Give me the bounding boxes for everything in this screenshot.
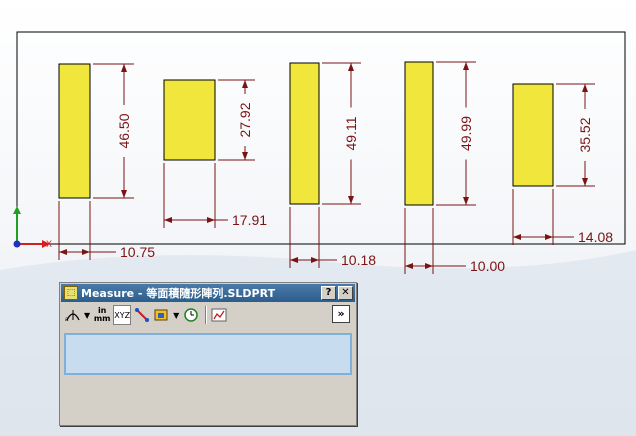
arc-dropdown-chevron-icon[interactable]: ▼ bbox=[84, 311, 90, 320]
measure-results-box[interactable] bbox=[64, 333, 352, 375]
rect-3-height-dimension[interactable]: 49.11 bbox=[322, 62, 361, 205]
rect-4-height-label: 49.99 bbox=[458, 116, 474, 151]
measure-titlebar[interactable]: ⬚ Measure - 等面積隨形陣列.SLDPRT ? ✕ bbox=[61, 284, 355, 302]
rect-3-width-dimension[interactable]: 10.18 bbox=[289, 207, 376, 268]
xyz-button[interactable]: XYZ bbox=[113, 305, 132, 325]
rect-5-width-dimension[interactable]: 14.08 bbox=[512, 189, 613, 245]
rect-2-height-dimension[interactable]: 27.92 bbox=[218, 79, 255, 161]
units-button[interactable]: in mm bbox=[93, 305, 111, 325]
rect-3-height-label: 49.11 bbox=[343, 116, 359, 150]
rect-2-shape[interactable] bbox=[163, 79, 216, 161]
rect-4-width-dimension[interactable]: 10.00 bbox=[404, 208, 505, 274]
rect-1-height-dimension[interactable]: 46.50 bbox=[93, 63, 134, 199]
coordinate-triad: X bbox=[13, 206, 52, 249]
rect-2-height-label: 27.92 bbox=[237, 102, 253, 137]
history-icon[interactable] bbox=[182, 305, 200, 325]
rect-2-width-label: 17.91 bbox=[232, 212, 267, 228]
rect-4-height-dimension[interactable]: 49.99 bbox=[436, 61, 476, 206]
rect-3-shape[interactable] bbox=[289, 62, 320, 205]
collapse-button[interactable]: » bbox=[332, 305, 350, 323]
rect-4[interactable]: 49.99 10.00 bbox=[404, 61, 505, 274]
rect-1-shape[interactable] bbox=[58, 63, 91, 199]
measure-app-icon: ⬚ bbox=[64, 286, 78, 300]
help-button[interactable]: ? bbox=[321, 286, 336, 300]
rect-1[interactable]: 46.50 10.75 bbox=[58, 63, 155, 260]
rect-5-shape[interactable] bbox=[512, 83, 554, 187]
rect-3-width-label: 10.18 bbox=[341, 252, 376, 268]
rect-4-width-label: 10.00 bbox=[470, 258, 505, 274]
rect-1-width-label: 10.75 bbox=[120, 244, 155, 260]
rect-1-height-label: 46.50 bbox=[116, 113, 132, 148]
projection-icon[interactable] bbox=[153, 305, 171, 325]
arc-circle-icon[interactable]: a bbox=[64, 305, 82, 325]
rect-4-shape[interactable] bbox=[404, 61, 434, 206]
rect-3[interactable]: 49.11 10.18 bbox=[289, 62, 376, 268]
measure-toolbar: a ▼ in mm XYZ ▼ bbox=[64, 304, 352, 326]
rect-5-width-label: 14.08 bbox=[578, 229, 613, 245]
toolbar-separator bbox=[205, 306, 208, 324]
rect-5-height-dimension[interactable]: 35.52 bbox=[556, 83, 595, 187]
rect-2-width-dimension[interactable]: 17.91 bbox=[163, 163, 267, 228]
rect-2[interactable]: 27.92 17.91 bbox=[163, 79, 267, 228]
point-to-point-icon[interactable] bbox=[133, 305, 151, 325]
units-bottom-label: mm bbox=[93, 314, 111, 323]
measure-title: Measure - 等面積隨形陣列.SLDPRT bbox=[81, 287, 276, 300]
triad-x-label: X bbox=[46, 239, 52, 249]
measure-dialog[interactable]: ⬚ Measure - 等面積隨形陣列.SLDPRT ? ✕ a ▼ in mm… bbox=[59, 282, 357, 426]
rect-5-height-label: 35.52 bbox=[577, 117, 593, 152]
rect-5[interactable]: 35.52 14.08 bbox=[512, 83, 613, 245]
xyz-label: XYZ bbox=[114, 310, 131, 320]
close-button[interactable]: ✕ bbox=[338, 286, 353, 300]
sensor-icon[interactable] bbox=[210, 305, 228, 325]
rect-1-width-dimension[interactable]: 10.75 bbox=[58, 201, 155, 260]
projection-dropdown-chevron-icon[interactable]: ▼ bbox=[173, 311, 179, 320]
